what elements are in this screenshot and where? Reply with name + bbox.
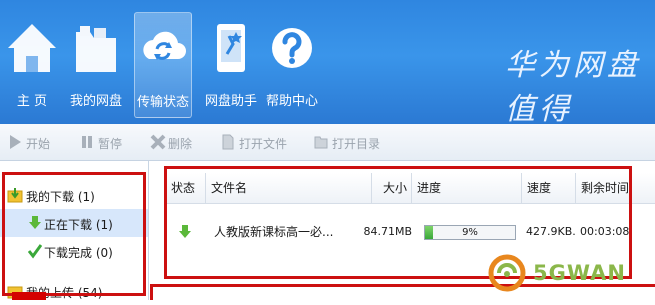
open-file-button-label: 打开文件 [239,137,288,151]
nav-home[interactable]: 主 页 [4,12,60,116]
open-directory-button-label: 打开目录 [332,137,381,151]
highlight-box-tree [2,172,146,296]
home-icon [8,24,56,72]
pause-button-label: 暂停 [98,137,123,151]
brand-slogan: 华为网盘 值得 [505,48,641,127]
play-icon [10,135,21,149]
delete-button-label: 删除 [168,137,193,151]
assistant-icon [217,24,245,72]
directory-icon [314,136,328,149]
nav-help-center-label: 帮助中心 [265,94,318,109]
nav-my-disk[interactable]: 我的网盘 [68,12,124,116]
start-button-label: 开始 [26,137,51,151]
help-icon [272,28,312,68]
file-icon [222,134,234,150]
folder-icon [76,26,116,72]
top-navigation-bar: 主 页 我的网盘 传输状态 网盘助手 帮助中心 华为网盘 值得 [0,0,655,127]
transfer-icon [143,31,186,60]
nav-transfer-status[interactable]: 传输状态 [134,12,192,118]
watermark-logo-icon [488,254,526,292]
pause-icon [82,136,92,148]
watermark: 5GWAN [485,253,655,293]
nav-my-disk-label: 我的网盘 [69,94,122,109]
highlight-marker [12,292,46,300]
nav-disk-assistant[interactable]: 网盘助手 [203,12,259,116]
nav-help-center[interactable]: 帮助中心 [264,12,320,116]
watermark-text: 5GWAN [533,261,626,285]
nav-transfer-status-label: 传输状态 [136,95,189,110]
toolbar: 开始 暂停 删除 打开文件 打开目录 [0,124,655,161]
delete-icon [150,134,166,150]
